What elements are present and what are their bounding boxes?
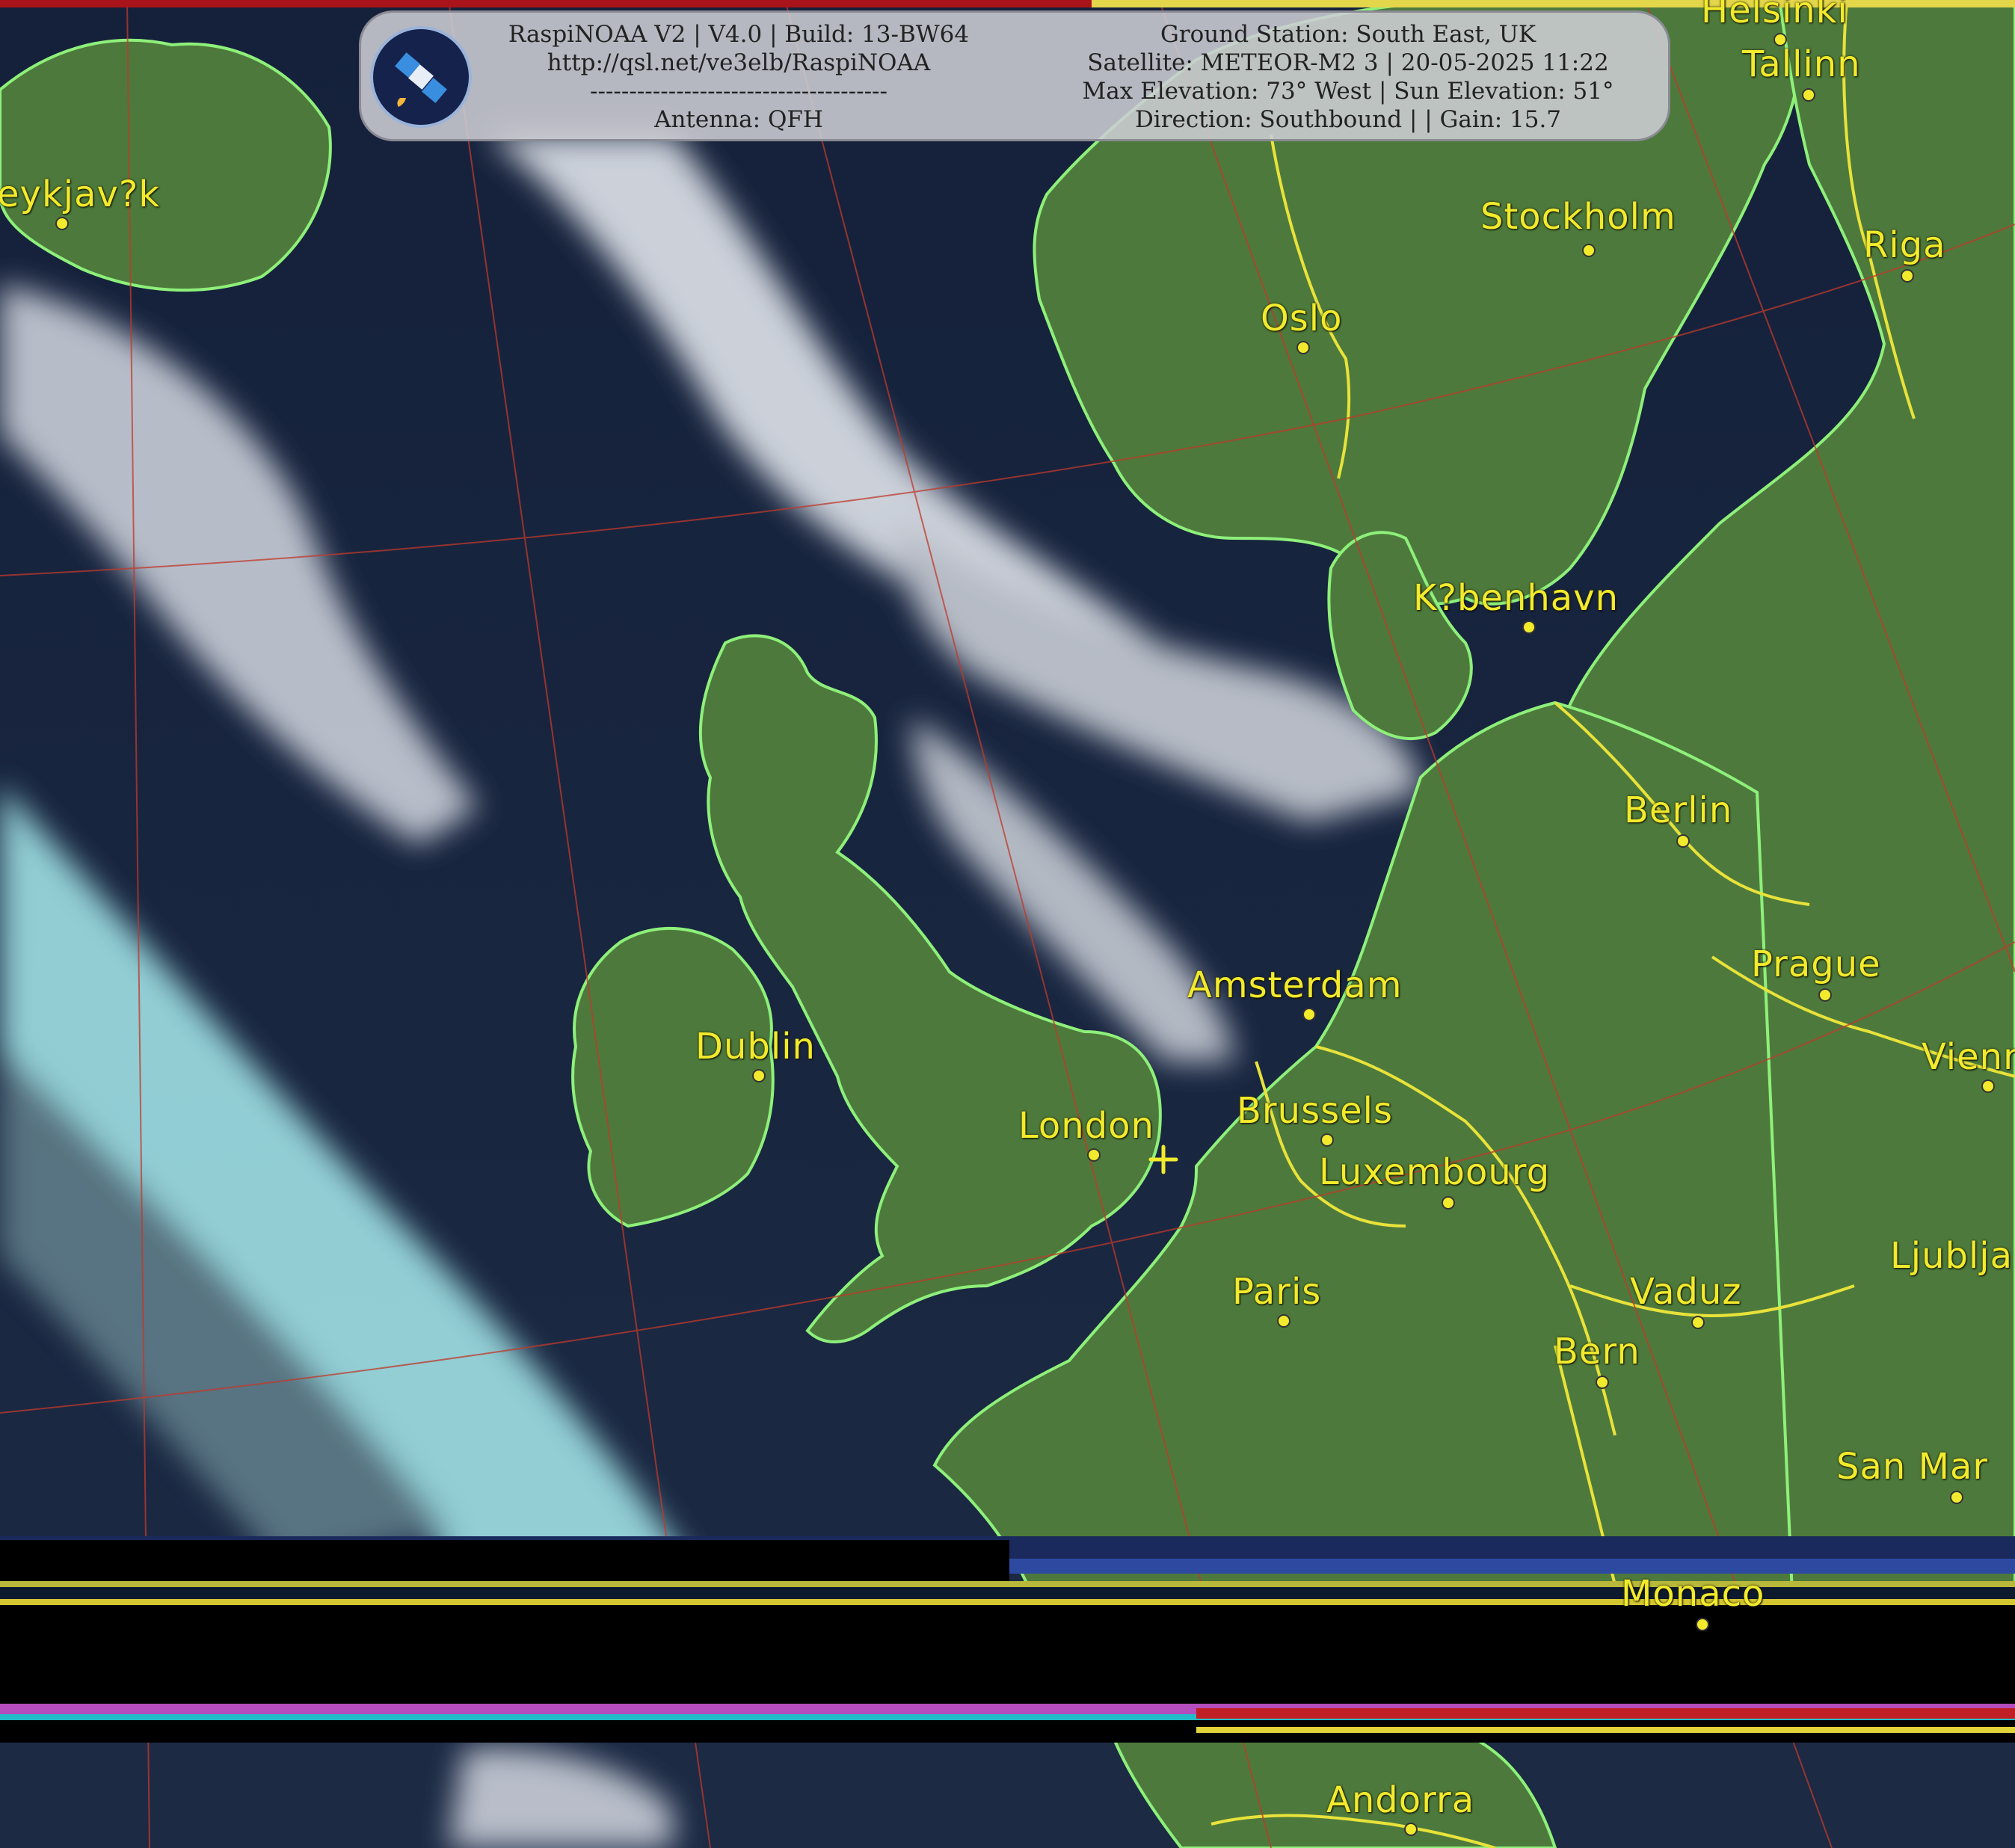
city-label-monaco: Monaco [1621, 1573, 1765, 1615]
city-dot-stockholm [1582, 244, 1596, 257]
satellite-map [0, 0, 2015, 1848]
city-dot-berlin [1676, 834, 1690, 848]
city-label-paris: Paris [1232, 1271, 1322, 1313]
city-dot-amsterdam [1302, 1008, 1316, 1021]
city-dot-oslo [1296, 341, 1310, 354]
city-dot-brussels [1320, 1133, 1334, 1147]
city-label-reykjavik: eykjav?k [0, 173, 161, 215]
city-label-vienna: Vienn [1922, 1036, 2015, 1078]
ground-station-marker-icon [1148, 1145, 1178, 1174]
city-dot-prague [1818, 988, 1832, 1002]
land-iceland [0, 38, 332, 292]
city-label-bern: Bern [1554, 1331, 1640, 1373]
city-label-amsterdam: Amsterdam [1187, 964, 1403, 1006]
header-direction-line: Direction: Southbound | | Gain: 15.7 [1134, 106, 1562, 133]
city-label-helsinki: Helsinki [1701, 0, 1848, 31]
city-label-tallinn: Tallinn [1742, 43, 1861, 85]
header-elevation-line: Max Elevation: 73° West | Sun Elevation:… [1082, 78, 1614, 105]
city-dot-reykjavik [55, 217, 69, 230]
city-label-andorra: Andorra [1326, 1779, 1475, 1821]
city-dot-tallinn [1802, 88, 1815, 102]
city-dot-vaduz [1691, 1316, 1705, 1329]
city-dot-sanmarino [1950, 1491, 1963, 1504]
city-label-london: London [1018, 1105, 1154, 1147]
city-dot-luxembourg [1442, 1196, 1455, 1210]
header-software-line: RaspiNOAA V2 | V4.0 | Build: 13-BW64 [508, 21, 970, 48]
city-dot-paris [1277, 1314, 1290, 1328]
city-label-ljubljana: Ljublja [1890, 1235, 2014, 1277]
city-label-brussels: Brussels [1237, 1090, 1393, 1132]
city-label-sanmarino: San Mar [1836, 1446, 1989, 1488]
city-label-riga: Riga [1863, 224, 1946, 266]
city-label-luxembourg: Luxembourg [1319, 1151, 1551, 1193]
header-left-column: RaspiNOAA V2 | V4.0 | Build: 13-BW64 htt… [458, 20, 1019, 134]
city-dot-kobenhavn [1522, 620, 1536, 634]
city-label-vaduz: Vaduz [1630, 1271, 1742, 1313]
satellite-logo-icon [370, 26, 472, 128]
header-ground-station-line: Ground Station: South East, UK [1160, 21, 1536, 48]
city-dot-vienna [1981, 1079, 1995, 1093]
city-label-oslo: Oslo [1261, 298, 1343, 339]
city-dot-monaco [1696, 1618, 1709, 1631]
city-dot-andorra [1404, 1823, 1418, 1836]
city-dot-bern [1596, 1376, 1609, 1389]
city-dot-dublin [752, 1069, 766, 1082]
header-right-column: Ground Station: South East, UK Satellite… [1034, 20, 1662, 134]
city-dot-london [1087, 1148, 1101, 1162]
city-label-stockholm: Stockholm [1480, 196, 1676, 238]
city-label-kobenhavn: K?benhavn [1413, 577, 1619, 619]
header-separator-line: -------------------------------------- [589, 78, 888, 105]
city-label-berlin: Berlin [1624, 789, 1733, 831]
pass-info-header: RaspiNOAA V2 | V4.0 | Build: 13-BW64 htt… [359, 10, 1670, 141]
header-antenna-line: Antenna: QFH [654, 106, 823, 133]
header-url-line: http://qsl.net/ve3elb/RaspiNOAA [547, 49, 931, 76]
city-label-dublin: Dublin [695, 1026, 816, 1068]
header-satellite-line: Satellite: METEOR-M2 3 | 20-05-2025 11:2… [1087, 49, 1609, 76]
city-dot-riga [1901, 269, 1914, 283]
city-label-prague: Prague [1751, 943, 1881, 985]
